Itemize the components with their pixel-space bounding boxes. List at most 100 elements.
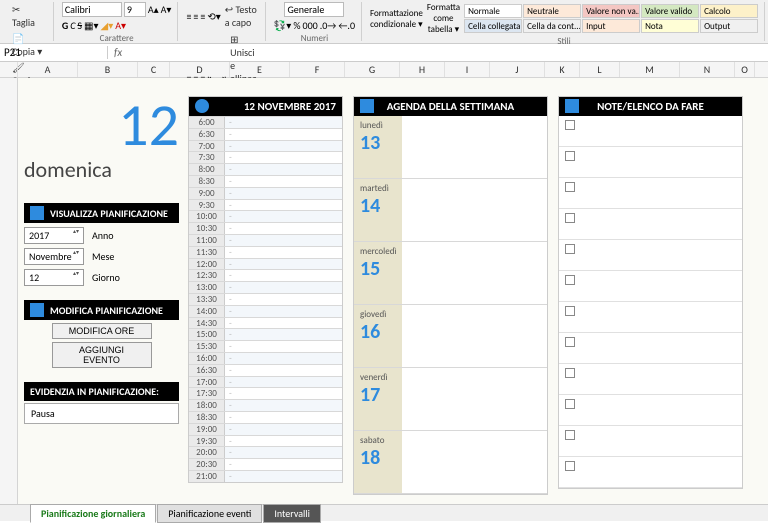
style-neutrale[interactable]: Neutrale [523,4,581,18]
col-header[interactable]: B [78,62,138,77]
note-row[interactable] [559,147,742,178]
increase-font-icon[interactable]: A▴ [148,3,159,16]
schedule-row[interactable]: 11:00- [189,234,342,246]
schedule-row[interactable]: 9:30- [189,199,342,211]
schedule-slot[interactable]: - [225,141,342,152]
col-header[interactable]: D [170,62,230,77]
decrease-font-icon[interactable]: A▾ [161,3,172,16]
border-icon[interactable]: ▦▾ [84,19,98,32]
schedule-slot[interactable]: - [225,388,342,399]
name-box[interactable]: P21 [0,46,108,59]
note-row[interactable] [559,395,742,426]
comma-icon[interactable]: 000 [303,19,318,32]
schedule-slot[interactable]: - [225,318,342,329]
schedule-row[interactable]: 12:00- [189,258,342,270]
month-spinner[interactable]: Novembre [24,248,84,265]
checkbox-icon[interactable] [565,275,575,285]
style-cella-cont[interactable]: Cella da cont... [523,19,581,33]
style-normale[interactable]: Normale [464,4,522,18]
style-output[interactable]: Output [700,19,758,33]
schedule-slot[interactable]: - [225,247,342,258]
schedule-slot[interactable]: - [225,377,342,388]
cut-button[interactable]: ✂ Taglia [10,2,47,30]
schedule-row[interactable]: 8:00- [189,163,342,175]
style-calcolo[interactable]: Calcolo [700,4,758,18]
wrap-text-button[interactable]: ↩ Testo a capo [223,2,259,30]
schedule-row[interactable]: 7:30- [189,151,342,163]
col-header[interactable]: H [400,62,445,77]
note-row[interactable] [559,209,742,240]
schedule-slot[interactable]: - [225,164,342,175]
tab-intervals[interactable]: Intervalli [263,504,321,523]
agenda-day[interactable]: lunedì13 [354,116,547,179]
schedule-slot[interactable]: - [225,341,342,352]
col-header[interactable]: E [230,62,290,77]
schedule-row[interactable]: 17:30- [189,387,342,399]
schedule-row[interactable]: 18:30- [189,411,342,423]
fill-color-icon[interactable]: ◢▾ [101,19,114,32]
note-row[interactable] [559,364,742,395]
font-name-select[interactable]: Calibri [62,2,122,17]
checkbox-icon[interactable] [565,182,575,192]
format-table-button[interactable]: Formatta come tabella ▾ [427,2,460,35]
schedule-row[interactable]: 8:30- [189,175,342,187]
schedule-row[interactable]: 13:30- [189,293,342,305]
col-header[interactable]: I [445,62,490,77]
bold-button[interactable]: G [62,19,68,32]
schedule-slot[interactable]: - [225,412,342,423]
schedule-row[interactable]: 14:30- [189,317,342,329]
col-header[interactable]: G [345,62,400,77]
schedule-row[interactable]: 20:30- [189,458,342,470]
schedule-row[interactable]: 17:00- [189,376,342,388]
schedule-row[interactable]: 14:00- [189,305,342,317]
schedule-row[interactable]: 9:00- [189,187,342,199]
schedule-row[interactable]: 19:00- [189,423,342,435]
col-header[interactable]: J [490,62,545,77]
style-cella-collegata[interactable]: Cella collegata [464,19,522,33]
dec-dec-icon[interactable]: ←.0 [338,19,355,32]
checkbox-icon[interactable] [565,120,575,130]
schedule-row[interactable]: 6:30- [189,128,342,140]
schedule-slot[interactable]: - [225,176,342,187]
checkbox-icon[interactable] [565,399,575,409]
schedule-slot[interactable]: - [225,188,342,199]
schedule-row[interactable]: 16:00- [189,352,342,364]
align-top-icon[interactable]: ≡ [186,10,191,23]
schedule-row[interactable]: 12:30- [189,269,342,281]
schedule-slot[interactable]: - [225,471,342,482]
percent-icon[interactable]: % [293,19,300,32]
schedule-slot[interactable]: - [225,424,342,435]
schedule-slot[interactable]: - [225,129,342,140]
col-header[interactable]: N [680,62,735,77]
checkbox-icon[interactable] [565,151,575,161]
schedule-slot[interactable]: - [225,447,342,458]
checkbox-icon[interactable] [565,337,575,347]
note-row[interactable] [559,426,742,457]
schedule-slot[interactable]: - [225,152,342,163]
cond-format-button[interactable]: Formattazione condizionale ▾ [370,8,423,30]
cell-styles-gallery[interactable]: Normale Neutrale Valore non va... Valore… [464,4,758,33]
schedule-slot[interactable]: - [225,211,342,222]
align-mid-icon[interactable]: ≡ [193,10,198,23]
italic-button[interactable]: C [70,19,75,32]
checkbox-icon[interactable] [565,461,575,471]
schedule-slot[interactable]: - [225,436,342,447]
schedule-slot[interactable]: - [225,117,342,128]
style-valore-non-valido[interactable]: Valore non va... [582,4,640,18]
col-header[interactable]: F [290,62,345,77]
schedule-slot[interactable]: - [225,223,342,234]
worksheet[interactable]: 12 domenica VISUALIZZA PIANIFICAZIONE 20… [0,78,768,504]
col-header[interactable]: L [580,62,620,77]
checkbox-icon[interactable] [565,368,575,378]
orientation-icon[interactable]: ⟲▾ [207,10,220,23]
col-header[interactable]: C [138,62,170,77]
dec-inc-icon[interactable]: .0→ [320,19,337,32]
note-row[interactable] [559,457,742,488]
schedule-slot[interactable]: - [225,235,342,246]
schedule-slot[interactable]: - [225,365,342,376]
schedule-slot[interactable]: - [225,329,342,340]
style-valore-valido[interactable]: Valore valido [641,4,699,18]
align-bot-icon[interactable]: ≡ [200,10,205,23]
schedule-row[interactable]: 7:00- [189,140,342,152]
style-input[interactable]: Input [582,19,640,33]
